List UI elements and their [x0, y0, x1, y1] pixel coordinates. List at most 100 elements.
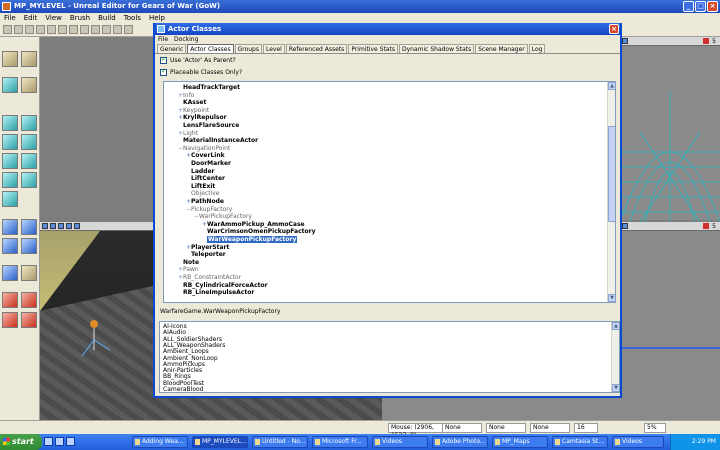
add-mover-icon[interactable] [21, 265, 37, 281]
camera-mode-icon[interactable] [2, 51, 18, 67]
cone-brush-icon[interactable] [21, 115, 37, 131]
wireframe-mode-icon[interactable] [66, 223, 72, 229]
taskbar-item[interactable]: MP_Maps [492, 436, 548, 448]
sphere-brush-icon[interactable] [21, 172, 37, 188]
dialog-menu-file[interactable]: File [158, 35, 168, 44]
csg-subtract-icon[interactable] [21, 219, 37, 235]
taskbar-item[interactable]: Untitled - No... [252, 436, 308, 448]
camera-icon[interactable] [69, 25, 78, 34]
start-button[interactable]: start [0, 434, 42, 450]
geometry-mode-icon[interactable] [21, 51, 37, 67]
viewport-close-icon[interactable] [703, 38, 710, 44]
taskbar-item-active[interactable]: MP_MYLEVEL... [192, 436, 248, 448]
tab-log[interactable]: Log [528, 44, 546, 53]
group-list-scrollbar[interactable]: ▲ ▼ [611, 322, 619, 392]
csg-deintersect-icon[interactable] [21, 238, 37, 254]
dialog-close-button[interactable]: × [609, 24, 619, 34]
package-group-list[interactable]: AI-Icons AIAudio ALL_SoldierShaders ALL_Wea… [159, 321, 620, 393]
scroll-thumb[interactable] [608, 126, 615, 222]
cube-brush-icon[interactable] [2, 115, 18, 131]
csg-intersect-icon[interactable] [2, 238, 18, 254]
taskbar-item[interactable]: Videos [372, 436, 428, 448]
taskbar-item[interactable]: Camtasia St... [552, 436, 608, 448]
add-volume-icon[interactable] [2, 265, 18, 281]
dialog-menu-docking[interactable]: Docking [174, 35, 198, 44]
viewport-menu-icon[interactable] [622, 223, 628, 229]
tab-actor-classes[interactable]: Actor Classes [187, 44, 234, 53]
tab-referenced-assets[interactable]: Referenced Assets [285, 44, 348, 53]
sheet-brush-icon[interactable] [21, 153, 37, 169]
menu-edit[interactable]: Edit [24, 13, 38, 23]
grid-size-field[interactable]: 16 [574, 423, 598, 433]
build-paths-icon[interactable] [102, 25, 111, 34]
menu-tools[interactable]: Tools [124, 13, 141, 23]
actor-class-tree[interactable]: HeadTrackTarget +Info KAsset +Keypoint +Kryl… [163, 81, 616, 303]
group-list-item[interactable]: CameraBlood [163, 386, 203, 392]
tree-item[interactable]: RB_LineImpulseActor [178, 289, 254, 297]
quick-launch-icon[interactable] [55, 437, 64, 446]
use-actor-as-parent-checkbox[interactable] [160, 55, 167, 64]
undo-icon[interactable] [36, 25, 45, 34]
new-icon[interactable] [3, 25, 12, 34]
menu-brush[interactable]: Brush [70, 13, 90, 23]
terrain-mode-icon[interactable] [21, 77, 37, 93]
placeable-only-checkbox[interactable] [160, 67, 167, 76]
viewport-top-level: 5 [712, 38, 716, 45]
viewport-menu-icon[interactable] [622, 38, 628, 44]
spiral-stair-icon[interactable] [2, 172, 18, 188]
scroll-down-arrow-icon[interactable]: ▼ [612, 384, 619, 392]
taskbar-item[interactable]: Microsoft Fr... [312, 436, 368, 448]
viewport-top[interactable]: 5 [620, 37, 720, 223]
tab-generic[interactable]: Generic [157, 44, 187, 53]
selected-class-path: WarfareGame.WarWeaponPickupFactory [160, 308, 281, 315]
play-icon[interactable] [124, 25, 133, 34]
cylinder-brush-icon[interactable] [2, 134, 18, 150]
show-selected-icon[interactable] [2, 292, 18, 308]
tab-groups[interactable]: Groups [234, 44, 262, 53]
viewport-side[interactable]: 5 [620, 222, 720, 420]
minimize-button[interactable]: _ [683, 1, 694, 12]
close-button[interactable]: × [707, 1, 718, 12]
tab-scene-manager[interactable]: Scene Manager [475, 44, 528, 53]
open-icon[interactable] [14, 25, 23, 34]
viewport-side-toolbar: 5 [620, 222, 720, 231]
volumetric-brush-icon[interactable] [2, 191, 18, 207]
taskbar-item[interactable]: Videos [612, 436, 664, 448]
lit-mode-icon[interactable] [58, 223, 64, 229]
realtime-icon[interactable] [50, 223, 56, 229]
menu-build[interactable]: Build [98, 13, 116, 23]
show-all-icon[interactable] [21, 312, 37, 328]
scroll-up-arrow-icon[interactable]: ▲ [608, 82, 615, 90]
scroll-up-arrow-icon[interactable]: ▲ [612, 322, 619, 330]
taskbar-item[interactable]: Adding Wea... [132, 436, 188, 448]
save-icon[interactable] [25, 25, 34, 34]
unlit-mode-icon[interactable] [74, 223, 80, 229]
maximize-button[interactable]: □ [695, 1, 706, 12]
tab-dynamic-shadow-stats[interactable]: Dynamic Shadow Stats [398, 44, 475, 53]
taskbar-item[interactable]: Adobe Photo... [432, 436, 488, 448]
viewport-menu-icon[interactable] [42, 223, 48, 229]
search-icon[interactable] [58, 25, 67, 34]
quick-launch-icon[interactable] [44, 437, 53, 446]
cube-builder-icon[interactable] [2, 77, 18, 93]
menu-view[interactable]: View [45, 13, 62, 23]
zoom-field[interactable]: 5% [644, 423, 666, 433]
linear-stair-icon[interactable] [21, 134, 37, 150]
scroll-down-arrow-icon[interactable]: ▼ [608, 294, 615, 302]
redo-icon[interactable] [47, 25, 56, 34]
menu-file[interactable]: File [4, 13, 16, 23]
tree-scrollbar[interactable]: ▲ ▼ [607, 82, 615, 302]
csg-add-icon[interactable] [2, 219, 18, 235]
select-invert-icon[interactable] [2, 312, 18, 328]
viewport-close-icon[interactable] [703, 223, 710, 229]
clock[interactable]: 2:29 PM [692, 438, 716, 445]
build-geometry-icon[interactable] [80, 25, 89, 34]
tab-primitive-stats[interactable]: Primitive Stats [348, 44, 398, 53]
build-lighting-icon[interactable] [91, 25, 100, 34]
build-all-icon[interactable] [113, 25, 122, 34]
menu-help[interactable]: Help [149, 13, 165, 23]
tab-level[interactable]: Level [263, 44, 285, 53]
quick-launch-icon[interactable] [66, 437, 75, 446]
hide-selected-icon[interactable] [21, 292, 37, 308]
curved-stair-icon[interactable] [2, 153, 18, 169]
